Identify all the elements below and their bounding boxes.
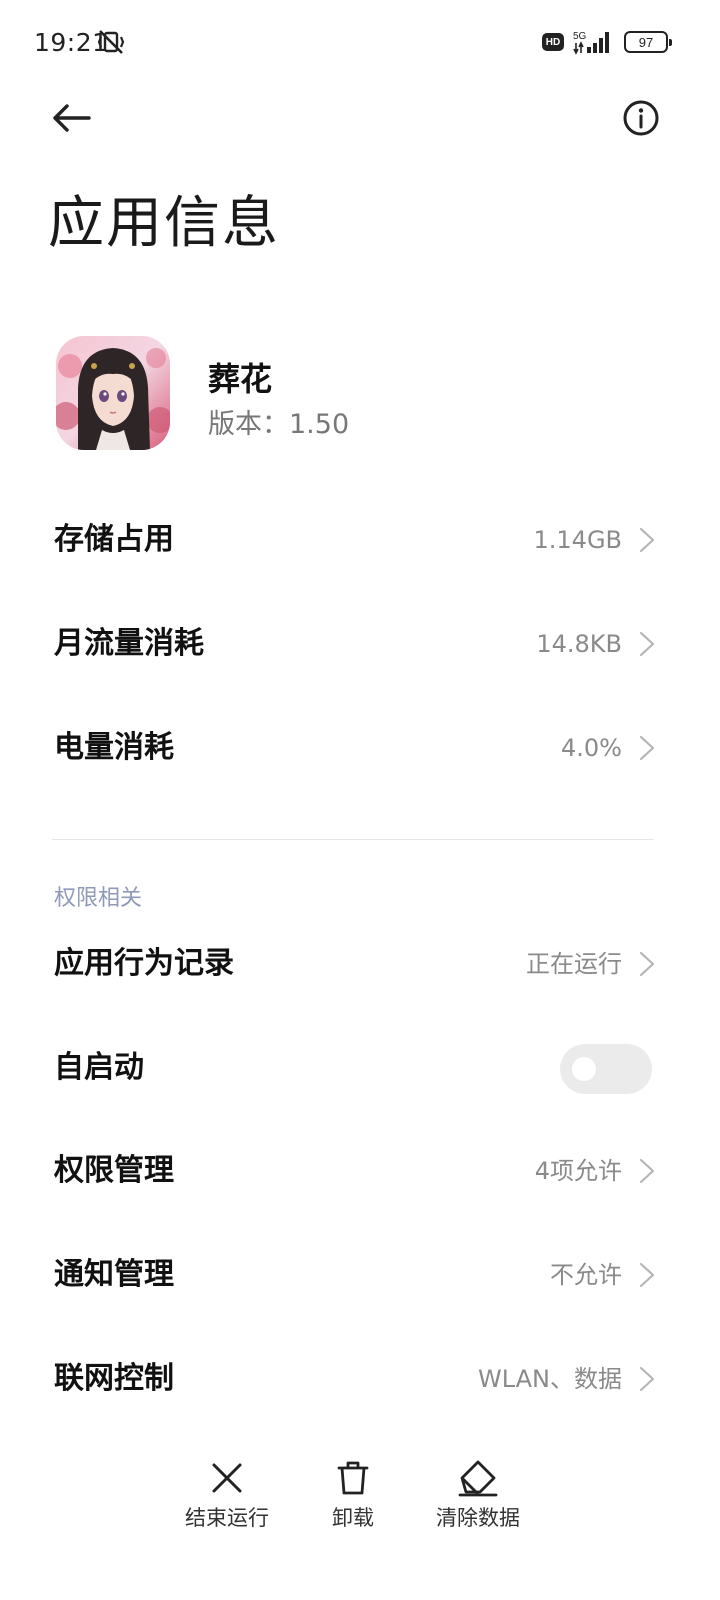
trash-icon (337, 1461, 369, 1495)
hd-badge: HD (542, 33, 564, 51)
row-value: 不允许 (550, 1261, 622, 1289)
arrow-left-icon (53, 104, 91, 132)
signal-icon: 5G (572, 29, 616, 55)
row-value: 1.14GB (533, 526, 623, 554)
action-label: 卸载 (332, 1506, 374, 1530)
clear-data-button[interactable]: 清除数据 (418, 1450, 538, 1560)
battery-icon: 97 (624, 31, 672, 53)
app-icon (56, 336, 170, 450)
status-icons: HD 5G 97 (542, 28, 672, 56)
row-label: 权限管理 (54, 1153, 174, 1188)
page-title: 应用信息 (48, 191, 280, 256)
bottom-action-bar: 结束运行 卸载 清除数据 (0, 1450, 720, 1570)
chevron-right-icon (639, 735, 655, 761)
chevron-right-icon (639, 1366, 655, 1392)
network-control-row[interactable]: 联网控制 WLAN、数据 (0, 1331, 720, 1427)
storage-row[interactable]: 存储占用 1.14GB (0, 492, 720, 588)
toggle-knob (572, 1057, 596, 1081)
chevron-right-icon (639, 1262, 655, 1288)
action-label: 清除数据 (436, 1506, 520, 1530)
battery-level: 97 (638, 34, 654, 50)
chevron-right-icon (639, 527, 655, 553)
action-label: 结束运行 (185, 1506, 269, 1530)
row-label: 月流量消耗 (54, 626, 204, 661)
uninstall-button[interactable]: 卸载 (293, 1450, 413, 1560)
app-name: 葬花 (208, 360, 273, 398)
auto-start-toggle[interactable] (560, 1044, 652, 1094)
row-label: 电量消耗 (54, 730, 174, 765)
row-label: 存储占用 (54, 522, 174, 557)
row-value: 4.0% (561, 734, 622, 762)
row-label: 自启动 (54, 1050, 144, 1085)
section-label-permissions: 权限相关 (54, 886, 143, 911)
row-label: 应用行为记录 (54, 946, 234, 981)
network-type: 5G (573, 31, 587, 42)
row-value: 4项允许 (534, 1157, 622, 1185)
chevron-right-icon (639, 1158, 655, 1184)
divider (52, 839, 654, 840)
battery-usage-row[interactable]: 电量消耗 4.0% (0, 700, 720, 796)
eraser-icon (458, 1460, 498, 1497)
app-version: 版本：1.50 (208, 409, 350, 440)
row-value: WLAN、数据 (477, 1365, 622, 1393)
row-value: 正在运行 (526, 950, 622, 978)
status-bar: 19:21 HD 5G 97 (0, 0, 720, 84)
force-stop-button[interactable]: 结束运行 (167, 1450, 287, 1560)
app-header: 葬花 版本：1.50 (56, 336, 666, 456)
info-button[interactable] (614, 92, 668, 144)
chevron-right-icon (639, 631, 655, 657)
row-value: 14.8KB (536, 630, 622, 658)
row-label: 通知管理 (54, 1257, 174, 1292)
row-label: 联网控制 (54, 1361, 174, 1396)
data-usage-row[interactable]: 月流量消耗 14.8KB (0, 596, 720, 692)
chevron-right-icon (639, 951, 655, 977)
permission-manage-row[interactable]: 权限管理 4项允许 (0, 1123, 720, 1219)
info-circle-icon (623, 100, 659, 136)
auto-start-row: 自启动 (0, 1020, 720, 1116)
vibrate-off-icon (96, 28, 126, 56)
close-x-icon (212, 1463, 242, 1493)
notification-manage-row[interactable]: 通知管理 不允许 (0, 1227, 720, 1323)
back-button[interactable] (44, 92, 98, 144)
behavior-record-row[interactable]: 应用行为记录 正在运行 (0, 916, 720, 1012)
